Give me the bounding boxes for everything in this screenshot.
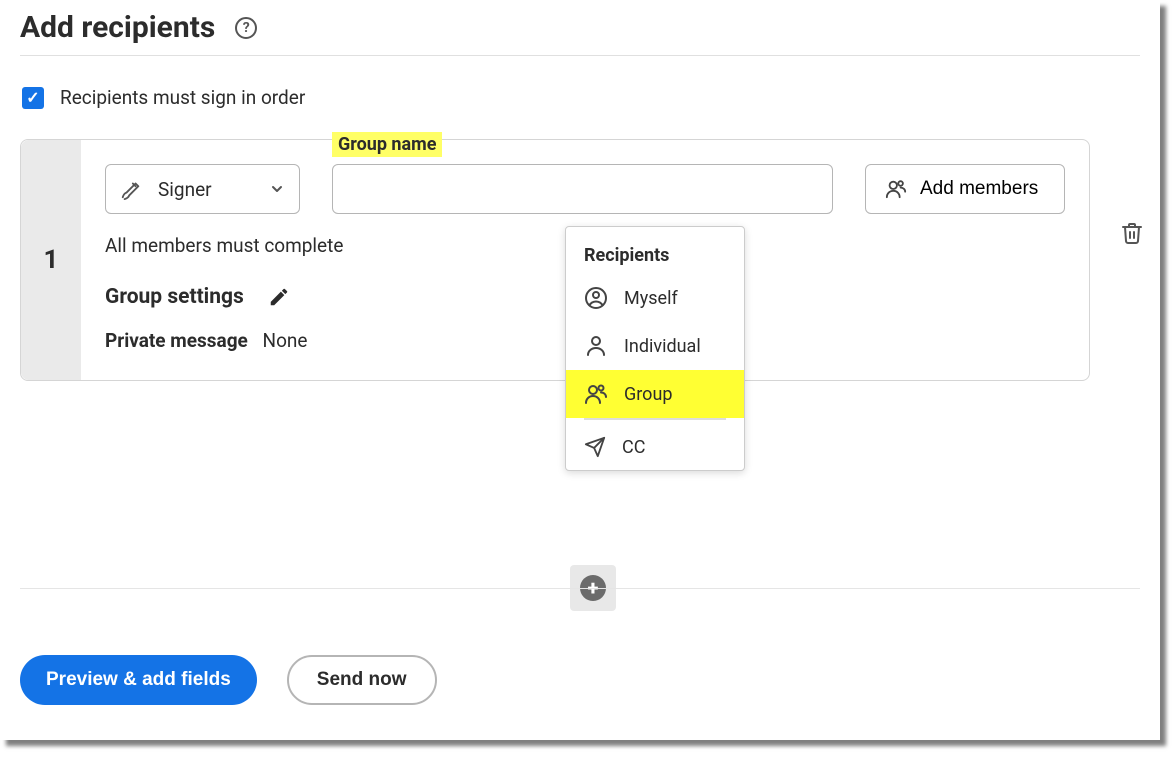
dropdown-item-individual[interactable]: Individual (566, 322, 744, 370)
private-message-label: Private message (105, 329, 248, 352)
user-circle-icon (584, 286, 608, 310)
add-members-label: Add members (920, 178, 1038, 200)
add-members-button[interactable]: Add members (865, 164, 1065, 214)
dropdown-item-label: Group (624, 384, 672, 405)
recipients-dropdown: Recipients Myself Individual Group CC (565, 226, 745, 471)
group-settings-label: Group settings (105, 285, 244, 309)
preview-add-fields-button[interactable]: Preview & add fields (20, 655, 257, 705)
dropdown-item-cc[interactable]: CC (566, 424, 744, 470)
pen-icon (120, 178, 142, 200)
dropdown-item-myself[interactable]: Myself (566, 274, 744, 322)
chevron-down-icon (269, 181, 285, 197)
recipient-block: 1 Signer Group name (20, 139, 1090, 381)
person-icon (584, 334, 608, 358)
recipient-sequence-number: 1 (21, 140, 81, 380)
delete-recipient-icon[interactable] (1120, 220, 1144, 246)
section-divider (20, 588, 1140, 589)
page-title: Add recipients (20, 10, 215, 45)
private-message-value: None (263, 329, 308, 352)
dropdown-divider (584, 418, 726, 420)
group-icon (884, 178, 908, 200)
dropdown-item-label: Individual (624, 336, 701, 357)
group-name-field-label: Group name (332, 132, 442, 157)
dropdown-item-label: Myself (624, 288, 678, 309)
edit-icon[interactable] (268, 286, 290, 308)
send-icon (584, 436, 606, 458)
group-icon (584, 382, 608, 406)
help-icon[interactable]: ? (235, 17, 257, 39)
role-label: Signer (158, 178, 212, 201)
sign-in-order-checkbox[interactable] (22, 87, 44, 109)
dropdown-item-group[interactable]: Group (566, 370, 744, 418)
group-name-input[interactable] (332, 164, 833, 214)
send-now-button[interactable]: Send now (287, 655, 437, 705)
role-select[interactable]: Signer (105, 164, 300, 214)
sign-in-order-label: Recipients must sign in order (60, 86, 305, 109)
dropdown-item-label: CC (622, 437, 645, 458)
dropdown-header: Recipients (566, 233, 744, 274)
